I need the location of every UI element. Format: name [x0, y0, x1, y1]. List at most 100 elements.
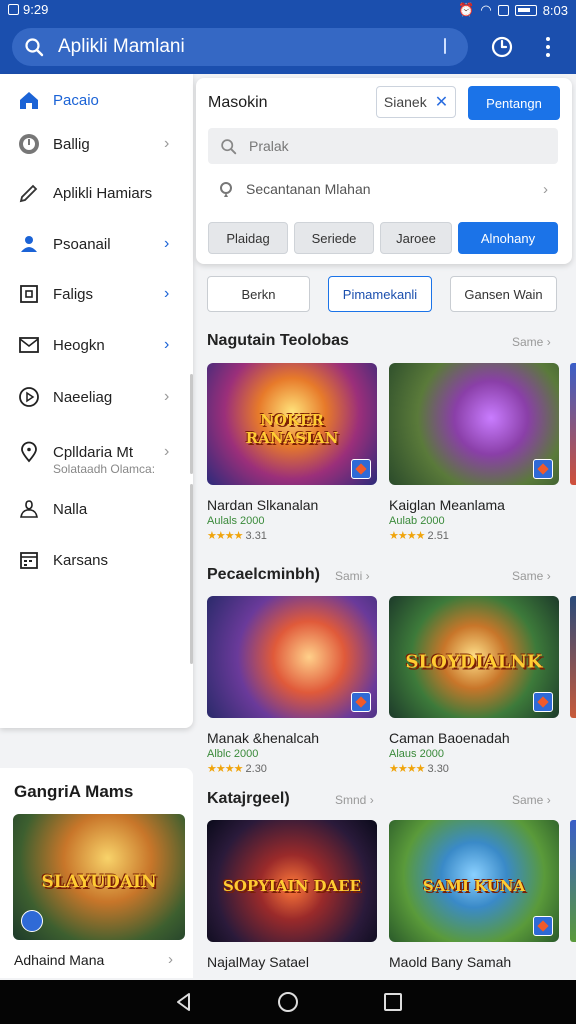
location-row[interactable]: Secantanan Mlahan ›	[208, 174, 558, 204]
grid-icon	[20, 285, 38, 303]
filter-search-input[interactable]: Pralak	[208, 128, 558, 164]
game-card[interactable]: Kaiglan Meanlama Aulab 2000 ★★★★ 2.51	[389, 363, 559, 542]
featured-thumbnail[interactable]: SLAYUDAIN	[13, 814, 185, 940]
navigation-drawer: Pacaio Ballig › Aplikli Hamiars Psoanail…	[0, 74, 193, 728]
drawer-item-label: Aplikli Hamiars	[53, 184, 153, 202]
drawer-scrollbar[interactable]	[190, 374, 193, 474]
game-thumbnail[interactable]: SAMI KUNA	[389, 820, 559, 942]
star-icon: ★★★★	[207, 530, 243, 542]
drawer-item-karsans[interactable]: Karsans	[0, 540, 193, 580]
rating-value: 3.30	[427, 763, 449, 775]
drawer-item-cplldaria[interactable]: Cplldaria Mt Solataadh Olamca: ›	[0, 432, 193, 476]
game-thumbnail[interactable]: SLOYDIALNK	[389, 596, 559, 718]
see-more-label: Same	[512, 569, 544, 583]
game-thumbnail[interactable]: NOKER RANASIAN	[207, 363, 377, 485]
game-logo: SOPYIAIN DAEE	[222, 876, 361, 895]
star-icon: ★★★★	[389, 530, 425, 542]
game-rating: ★★★★ 3.30	[389, 762, 559, 775]
game-price: Alaus 2000	[389, 748, 445, 760]
search-text: Aplikli Mamlani	[58, 36, 185, 57]
mail-icon	[19, 337, 39, 353]
location-icon	[220, 182, 232, 197]
drawer-item-psoanail[interactable]: Psoanail ›	[0, 224, 193, 264]
play-circle-icon	[19, 387, 39, 407]
game-thumbnail[interactable]	[389, 363, 559, 485]
back-icon[interactable]	[174, 992, 194, 1012]
featured-title: GangriA Mams	[14, 782, 134, 801]
game-price: Aulals 2000	[207, 515, 265, 527]
segment-2[interactable]: Jaroee	[380, 222, 452, 254]
featured-card[interactable]: GangriA Mams SLAYUDAIN Adhaind Mana ›	[0, 768, 193, 978]
game-name: Nardan Slkanalan	[207, 497, 319, 513]
game-card[interactable]: SLOYDIALNK Caman Baoenadah Alaus 2000 ★★…	[389, 596, 559, 775]
drawer-item-ballig[interactable]: Ballig ›	[0, 124, 193, 164]
section-title: Katajrgeel)	[207, 790, 290, 807]
calendar-icon	[20, 552, 38, 569]
history-icon[interactable]	[490, 35, 514, 59]
game-thumbnail[interactable]: SOPYIAIN DAEE	[207, 820, 377, 942]
apply-button[interactable]: Pentangn	[468, 86, 560, 120]
recents-icon[interactable]	[384, 993, 402, 1011]
game-card[interactable]: SAMI KUNA Maold Bany Samah	[389, 820, 559, 970]
rating-value: 2.30	[245, 763, 267, 775]
home-button-icon[interactable]	[278, 992, 298, 1012]
filter-chip[interactable]: Sianek ✕	[376, 86, 456, 118]
chevron-right-icon: ›	[168, 951, 173, 968]
see-more-label: Sami	[335, 569, 363, 583]
game-thumbnail[interactable]	[207, 596, 377, 718]
sort-option-1[interactable]: Pimamekanli	[328, 276, 432, 312]
game-card[interactable]: SOPYIAIN DAEE NajalMay Satael	[207, 820, 377, 970]
see-more-link-secondary[interactable]: Smnd ›	[335, 793, 374, 807]
app-bar: Aplikli Mamlani	[0, 20, 576, 74]
status-time-right: 8:03	[542, 2, 568, 18]
drawer-item-heogkn[interactable]: Heogkn ›	[0, 325, 193, 365]
next-card-peek[interactable]	[570, 820, 576, 942]
search-bar[interactable]: Aplikli Mamlani	[12, 28, 468, 66]
status-right: ⏰ ◠ 8:03	[458, 2, 568, 18]
featured-logo: SLAYUDAIN	[41, 872, 157, 893]
rating-value: 3.31	[245, 530, 267, 542]
status-left: 9:29	[8, 2, 48, 17]
drawer-item-home[interactable]: Pacaio	[0, 80, 193, 120]
game-name: NajalMay Satael	[207, 954, 309, 970]
status-time: 9:29	[23, 2, 49, 17]
game-card[interactable]: NOKER RANASIAN Nardan Slkanalan Aulals 2…	[207, 363, 377, 542]
more-options-icon[interactable]	[538, 34, 558, 60]
drawer-item-naeeliag[interactable]: Naeeliag ›	[0, 377, 193, 417]
see-more-link[interactable]: Same ›	[512, 793, 551, 807]
sort-option-0[interactable]: Berkn	[207, 276, 310, 312]
segment-1[interactable]: Seriede	[294, 222, 374, 254]
mic-icon[interactable]	[444, 38, 446, 54]
sort-option-2[interactable]: Gansen Wain	[450, 276, 557, 312]
drawer-scrollbar-track[interactable]	[190, 484, 193, 664]
drawer-item-label: Cplldaria Mt	[53, 443, 134, 461]
filter-title: Masokin	[208, 94, 268, 111]
game-card[interactable]: Manak &henalcah Alblc 2000 ★★★★ 2.30	[207, 596, 377, 775]
see-more-label: Same	[512, 793, 544, 807]
see-more-link[interactable]: Same ›	[512, 335, 551, 349]
game-rating: ★★★★ 2.51	[389, 529, 559, 542]
drawer-item-faligs[interactable]: Faligs ›	[0, 274, 193, 314]
location-pin-icon	[21, 441, 37, 463]
badge-icon	[351, 459, 371, 479]
game-name: Kaiglan Meanlama	[389, 497, 505, 513]
close-icon[interactable]: ✕	[435, 92, 448, 112]
chevron-right-icon: ›	[164, 388, 170, 405]
drawer-item-nalla[interactable]: Nalla	[0, 489, 193, 529]
chevron-right-icon: ›	[164, 235, 170, 252]
chevron-right-icon: ›	[164, 135, 170, 152]
next-card-peek[interactable]	[570, 363, 576, 485]
see-more-link[interactable]: Same ›	[512, 569, 551, 583]
drawer-item-label: Ballig	[53, 135, 90, 153]
segment-3[interactable]: Alnohany	[458, 222, 558, 254]
drawer-item-aplikli[interactable]: Aplikli Hamiars	[0, 173, 193, 213]
chevron-right-icon: ›	[543, 180, 548, 198]
game-logo: SLOYDIALNK	[405, 651, 543, 673]
search-icon	[221, 138, 237, 154]
badge-icon	[533, 459, 553, 479]
next-card-peek[interactable]	[570, 596, 576, 718]
location-label: Secantanan Mlahan	[246, 181, 371, 197]
see-more-link-secondary[interactable]: Sami ›	[335, 569, 370, 583]
segment-0[interactable]: Plaidag	[208, 222, 288, 254]
filter-panel: Masokin Sianek ✕ Pentangn Pralak Secanta…	[196, 78, 572, 264]
